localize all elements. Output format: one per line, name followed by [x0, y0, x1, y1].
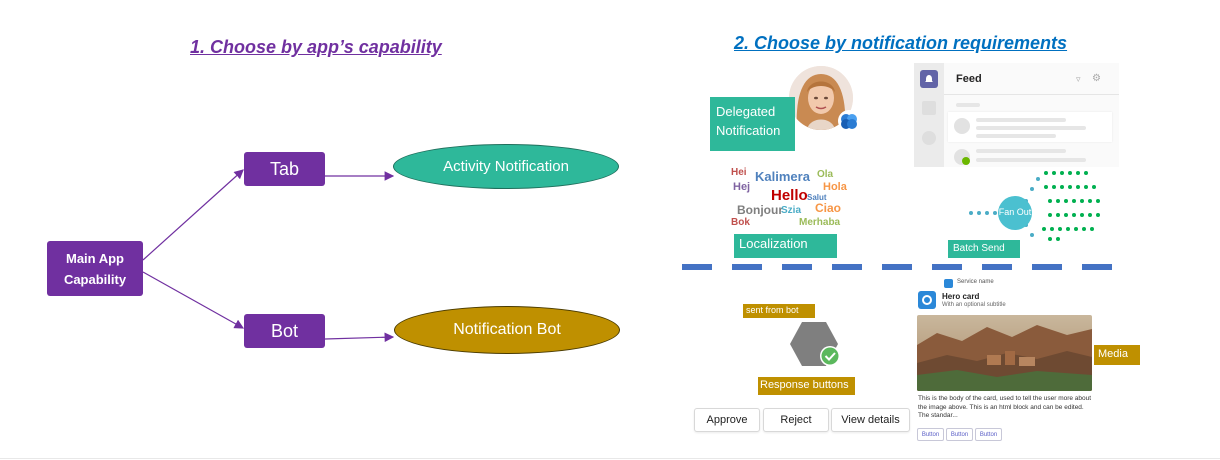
fan-out-label: Fan Out	[998, 207, 1032, 217]
activity-notification-label: Activity Notification	[443, 158, 569, 175]
feed-title: Feed	[956, 73, 982, 85]
word-cloud-word: Hej	[733, 181, 751, 193]
connector-main-tab	[142, 169, 244, 261]
teams-presence-icon	[838, 110, 860, 132]
bot-label: Bot	[270, 320, 299, 341]
hero-card-body: This is the body of the card, used to te…	[918, 395, 1092, 420]
word-cloud-word: Ola	[817, 169, 834, 180]
service-name-icon	[944, 279, 953, 288]
fan-out-graphic	[969, 171, 1100, 241]
localization-label: Localization	[734, 234, 837, 258]
view-details-button[interactable]: View details	[831, 408, 910, 432]
bottom-rule	[0, 458, 1220, 459]
feed-settings-icon[interactable]: ⚙	[1092, 73, 1101, 84]
notification-bot-ellipse: Notification Bot	[394, 306, 620, 354]
approve-button[interactable]: Approve	[694, 408, 760, 432]
feed-item-line-2	[976, 126, 1086, 130]
connector-main-bot	[142, 271, 245, 329]
feed-sidebar-icon-3	[922, 131, 936, 145]
hero-card-subtitle: With an optional subtitle	[942, 302, 1006, 308]
word-cloud-word: Salut	[807, 193, 827, 202]
word-cloud: Hei Kalimera Ola Hola Hello Hej Bonjour …	[729, 166, 849, 233]
tab-box: Tab	[244, 152, 325, 186]
word-cloud-word: Kalimera	[755, 169, 810, 184]
feed-item-avatar	[954, 118, 970, 134]
notification-bot-label: Notification Bot	[453, 321, 561, 338]
feed-item-selected[interactable]	[948, 112, 1112, 142]
bot-word-text: bot	[786, 305, 799, 315]
bot-hexagon-icon	[790, 322, 840, 366]
media-label: Media	[1094, 345, 1140, 365]
feed-filter-icon[interactable]: ▿	[1076, 74, 1081, 85]
hero-card-logo-icon	[918, 291, 936, 309]
hero-card-title: Hero card	[942, 292, 980, 301]
feed-divider	[944, 94, 1119, 95]
dashed-divider	[682, 264, 1116, 270]
tab-label: Tab	[269, 158, 300, 179]
word-cloud-word: Ciao	[815, 201, 842, 215]
feed-panel: Feed ▿ ⚙	[914, 63, 1119, 167]
word-cloud-word: Hola	[823, 181, 847, 193]
left-connectors	[142, 169, 395, 343]
word-cloud-word: Hei	[731, 167, 747, 178]
main-app-capability-label: Main App Capability	[63, 250, 127, 287]
batch-send-label: Batch Send	[948, 240, 1020, 258]
word-cloud-word: Bok	[731, 217, 750, 228]
reject-button[interactable]: Reject	[763, 408, 829, 432]
right-heading: 2. Choose by notification requirements	[734, 33, 1068, 53]
service-name-label: Service name	[957, 279, 994, 285]
hero-card-image	[917, 315, 1092, 391]
card-button-1[interactable]: Button	[917, 428, 944, 441]
delegated-notification-label: Delegated Notification	[710, 97, 795, 151]
bot-box: Bot	[244, 314, 325, 348]
feed-item-line-3	[976, 134, 1056, 138]
connector-bot-notification	[324, 332, 395, 343]
feed-sidebar-icon-2	[922, 101, 936, 115]
feed-placeholder-bar	[956, 103, 980, 107]
card-button-3[interactable]: Button	[975, 428, 1002, 441]
feed-item2-line-2	[976, 158, 1086, 162]
main-app-capability-box: Main App Capability	[47, 241, 143, 296]
word-cloud-word: Merhaba	[799, 217, 841, 228]
feed-item2-line-1	[976, 149, 1066, 153]
feed-bell-icon[interactable]	[920, 70, 938, 88]
activity-notification-ellipse: Activity Notification	[393, 144, 619, 189]
sent-from-text: sent from	[746, 305, 784, 315]
sent-from-bot-label: sent from bot	[743, 304, 815, 318]
response-buttons-label: Response buttons	[758, 377, 855, 395]
word-cloud-word: Szia	[781, 205, 802, 216]
feed-item-line-1	[976, 118, 1066, 122]
word-cloud-word: Bonjour	[737, 203, 783, 217]
card-button-2[interactable]: Button	[946, 428, 973, 441]
delegated-notification-text: Delegated Notification	[716, 104, 781, 138]
word-cloud-word: Hello	[771, 187, 808, 204]
